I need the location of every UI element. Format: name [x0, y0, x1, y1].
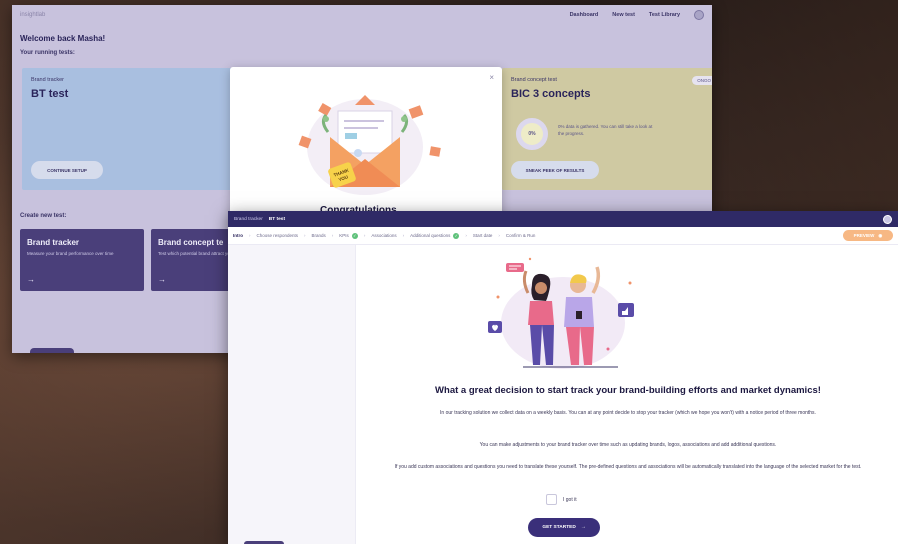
tracker-setup-window: Brand tracker BT test Intro › Choose res…: [228, 211, 898, 544]
step-label: Additional questions: [410, 233, 451, 238]
close-icon[interactable]: ×: [489, 73, 494, 82]
get-started-button[interactable]: GET STARTED →: [528, 518, 600, 537]
step-brands[interactable]: Brands: [312, 233, 326, 238]
nav-new-test[interactable]: New test: [612, 12, 635, 18]
check-icon: ✓: [453, 232, 460, 239]
arrow-right-icon[interactable]: →: [158, 275, 166, 284]
new-test-title: Brand concept te: [158, 238, 224, 247]
step-kpis[interactable]: KPIs ✓: [339, 232, 358, 239]
preview-label: PREVIEW: [853, 233, 875, 238]
step-associations[interactable]: Associations: [371, 233, 396, 238]
new-test-desc: Measure your brand performance over time: [27, 251, 114, 256]
breadcrumb: Brand tracker BT test: [234, 217, 285, 222]
step-label: Brands: [311, 233, 326, 238]
running-tests-label: Your running tests:: [20, 50, 75, 56]
step-intro[interactable]: Intro: [233, 233, 243, 238]
chevron-right-icon: ›: [304, 233, 306, 238]
nav-dashboard[interactable]: Dashboard: [570, 12, 599, 18]
breadcrumb-item[interactable]: Brand tracker: [234, 217, 263, 222]
new-test-title: Brand tracker: [27, 238, 80, 247]
new-test-card-brand-tracker[interactable]: Brand tracker Measure your brand perform…: [20, 229, 144, 291]
avatar[interactable]: [883, 214, 892, 224]
create-new-test-label: Create new test:: [20, 213, 67, 219]
nav-test-library[interactable]: Test Library: [649, 12, 680, 18]
chevron-right-icon: ›: [363, 233, 366, 238]
page-title: What a great decision to start track you…: [435, 385, 821, 396]
sneak-peek-button[interactable]: SNEAK PEEK OF RESULTS: [511, 161, 599, 179]
step-label: Start date: [472, 233, 493, 238]
step-label: KPIs: [339, 233, 349, 238]
step-label: Confirm & Run: [505, 233, 536, 238]
tracker-topbar: Brand tracker BT test: [228, 211, 898, 227]
card-title: BIC 3 concepts: [511, 88, 591, 100]
running-test-card-bt[interactable]: Brand tracker BT test ✎ CONTINUE SETUP: [22, 68, 252, 190]
card-title: BT test: [31, 88, 69, 100]
step-label: Choose respondents: [256, 233, 299, 238]
preview-button[interactable]: PREVIEW ◉: [843, 230, 893, 241]
intro-paragraph-1: In our tracking solution we collect data…: [440, 410, 816, 416]
step-additional-questions[interactable]: Additional questions ✓: [410, 232, 460, 239]
got-it-checkbox[interactable]: I got it: [546, 494, 577, 505]
progress-ring: 0%: [516, 118, 548, 150]
step-label: Intro: [233, 233, 243, 238]
avatar[interactable]: [694, 10, 704, 20]
welcome-heading: Welcome back Masha!: [20, 34, 106, 43]
running-test-card-bic[interactable]: Brand concept test BIC 3 concepts ONGO 0…: [502, 68, 712, 190]
envelope-illustration: THANK YOU: [298, 95, 441, 195]
bottom-button[interactable]: [30, 348, 74, 353]
chevron-right-icon: ›: [402, 233, 405, 238]
chevron-right-icon: ›: [249, 233, 251, 238]
celebrating-people-illustration: [488, 257, 634, 369]
top-nav: Dashboard New test Test Library: [570, 10, 704, 20]
breadcrumb-current: BT test: [268, 216, 286, 222]
left-panel: [228, 245, 356, 544]
intro-paragraph-2: You can make adjustments to your brand t…: [479, 442, 777, 448]
step-choose-respondents[interactable]: Choose respondents: [257, 233, 299, 238]
progress-text: 0% data is gathered. You can still take …: [558, 124, 653, 136]
arrow-right-icon: →: [580, 525, 586, 530]
step-confirm-run[interactable]: Confirm & Run: [506, 233, 536, 238]
chevron-right-icon: ›: [331, 233, 334, 238]
card-type: Brand concept test: [511, 77, 557, 83]
checkbox-label: I got it: [563, 496, 577, 503]
step-label: Associations: [371, 233, 397, 238]
chevron-right-icon: ›: [498, 233, 500, 238]
dashboard-topbar: insightlab Dashboard New test Test Libra…: [12, 5, 712, 25]
card-type: Brand tracker: [31, 77, 65, 83]
congrats-modal: × THANK YOU Congratulations: [230, 67, 502, 227]
arrow-right-icon[interactable]: →: [27, 275, 35, 284]
continue-setup-button[interactable]: CONTINUE SETUP: [31, 161, 103, 179]
get-started-label: GET STARTED: [542, 525, 576, 530]
step-start-date[interactable]: Start date: [473, 233, 493, 238]
logo: insightlab: [20, 12, 46, 18]
intro-paragraph-3: If you add custom associations and quest…: [394, 464, 862, 470]
chevron-right-icon: ›: [465, 233, 467, 238]
check-icon: ✓: [351, 232, 358, 239]
checkbox[interactable]: [546, 494, 557, 505]
status-badge: ONGO: [692, 76, 712, 85]
eye-icon: ◉: [878, 232, 883, 238]
step-navigation: Intro › Choose respondents › Brands › KP…: [228, 227, 898, 245]
